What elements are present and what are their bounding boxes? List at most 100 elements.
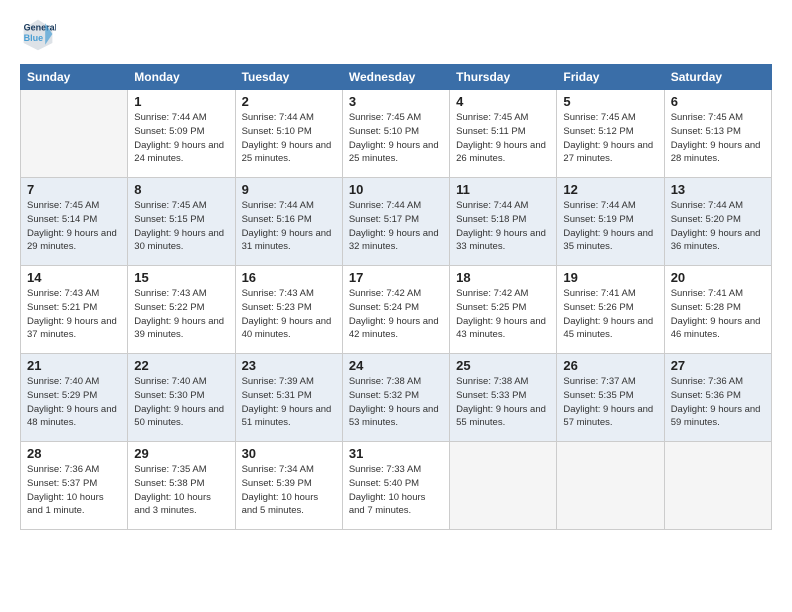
day-number: 7 (27, 182, 121, 197)
day-number: 17 (349, 270, 443, 285)
calendar-cell (21, 90, 128, 178)
day-detail: Sunrise: 7:44 AM Sunset: 5:17 PM Dayligh… (349, 199, 443, 254)
logo: General Blue (20, 16, 62, 52)
day-detail: Sunrise: 7:44 AM Sunset: 5:19 PM Dayligh… (563, 199, 657, 254)
day-detail: Sunrise: 7:40 AM Sunset: 5:30 PM Dayligh… (134, 375, 228, 430)
col-header-saturday: Saturday (664, 65, 771, 90)
week-row-5: 28 Sunrise: 7:36 AM Sunset: 5:37 PM Dayli… (21, 442, 772, 530)
calendar-cell: 22Sunrise: 7:40 AM Sunset: 5:30 PM Dayli… (128, 354, 235, 442)
header: General Blue (20, 16, 772, 52)
calendar-cell: 31 Sunrise: 7:33 AM Sunset: 5:40 PM Dayli… (342, 442, 449, 530)
day-number: 1 (134, 94, 228, 109)
day-number: 23 (242, 358, 336, 373)
col-header-thursday: Thursday (450, 65, 557, 90)
week-row-3: 14Sunrise: 7:43 AM Sunset: 5:21 PM Dayli… (21, 266, 772, 354)
day-detail: Sunrise: 7:41 AM Sunset: 5:26 PM Dayligh… (563, 287, 657, 342)
day-detail: Sunrise: 7:39 AM Sunset: 5:31 PM Dayligh… (242, 375, 336, 430)
day-number: 5 (563, 94, 657, 109)
week-row-1: 1 Sunrise: 7:44 AM Sunset: 5:09 PM Daylig… (21, 90, 772, 178)
day-detail: Sunrise: 7:37 AM Sunset: 5:35 PM Dayligh… (563, 375, 657, 430)
calendar-cell: 6 Sunrise: 7:45 AM Sunset: 5:13 PM Daylig… (664, 90, 771, 178)
day-detail: Sunrise: 7:35 AM Sunset: 5:38 PM Dayligh… (134, 463, 228, 518)
day-detail: Sunrise: 7:33 AM Sunset: 5:40 PM Dayligh… (349, 463, 443, 518)
day-detail: Sunrise: 7:42 AM Sunset: 5:25 PM Dayligh… (456, 287, 550, 342)
day-number: 6 (671, 94, 765, 109)
day-number: 18 (456, 270, 550, 285)
page: General Blue SundayMondayTuesdayWednesda… (0, 0, 792, 612)
day-number: 26 (563, 358, 657, 373)
calendar-cell: 4 Sunrise: 7:45 AM Sunset: 5:11 PM Daylig… (450, 90, 557, 178)
day-detail: Sunrise: 7:42 AM Sunset: 5:24 PM Dayligh… (349, 287, 443, 342)
day-number: 9 (242, 182, 336, 197)
calendar-cell: 5 Sunrise: 7:45 AM Sunset: 5:12 PM Daylig… (557, 90, 664, 178)
day-detail: Sunrise: 7:44 AM Sunset: 5:10 PM Dayligh… (242, 111, 336, 166)
day-detail: Sunrise: 7:45 AM Sunset: 5:13 PM Dayligh… (671, 111, 765, 166)
calendar-cell: 1 Sunrise: 7:44 AM Sunset: 5:09 PM Daylig… (128, 90, 235, 178)
day-detail: Sunrise: 7:34 AM Sunset: 5:39 PM Dayligh… (242, 463, 336, 518)
svg-text:Blue: Blue (24, 33, 44, 43)
day-number: 29 (134, 446, 228, 461)
header-row: SundayMondayTuesdayWednesdayThursdayFrid… (21, 65, 772, 90)
day-number: 28 (27, 446, 121, 461)
day-number: 30 (242, 446, 336, 461)
calendar-cell: 29 Sunrise: 7:35 AM Sunset: 5:38 PM Dayli… (128, 442, 235, 530)
calendar-cell (450, 442, 557, 530)
calendar-cell: 16Sunrise: 7:43 AM Sunset: 5:23 PM Dayli… (235, 266, 342, 354)
calendar-cell (557, 442, 664, 530)
day-number: 13 (671, 182, 765, 197)
day-number: 21 (27, 358, 121, 373)
calendar-cell: 9 Sunrise: 7:44 AM Sunset: 5:16 PM Daylig… (235, 178, 342, 266)
col-header-tuesday: Tuesday (235, 65, 342, 90)
day-number: 25 (456, 358, 550, 373)
calendar-cell: 12 Sunrise: 7:44 AM Sunset: 5:19 PM Dayli… (557, 178, 664, 266)
day-number: 24 (349, 358, 443, 373)
day-number: 2 (242, 94, 336, 109)
col-header-friday: Friday (557, 65, 664, 90)
calendar-cell: 11 Sunrise: 7:44 AM Sunset: 5:18 PM Dayli… (450, 178, 557, 266)
col-header-monday: Monday (128, 65, 235, 90)
day-detail: Sunrise: 7:44 AM Sunset: 5:09 PM Dayligh… (134, 111, 228, 166)
day-number: 11 (456, 182, 550, 197)
calendar-cell (664, 442, 771, 530)
day-number: 3 (349, 94, 443, 109)
calendar-cell: 14Sunrise: 7:43 AM Sunset: 5:21 PM Dayli… (21, 266, 128, 354)
calendar-cell: 2 Sunrise: 7:44 AM Sunset: 5:10 PM Daylig… (235, 90, 342, 178)
calendar-cell: 18 Sunrise: 7:42 AM Sunset: 5:25 PM Dayli… (450, 266, 557, 354)
logo-icon: General Blue (20, 16, 56, 52)
day-detail: Sunrise: 7:36 AM Sunset: 5:37 PM Dayligh… (27, 463, 121, 518)
week-row-2: 7 Sunrise: 7:45 AM Sunset: 5:14 PM Daylig… (21, 178, 772, 266)
day-detail: Sunrise: 7:44 AM Sunset: 5:16 PM Dayligh… (242, 199, 336, 254)
day-number: 4 (456, 94, 550, 109)
col-header-sunday: Sunday (21, 65, 128, 90)
day-number: 20 (671, 270, 765, 285)
day-number: 12 (563, 182, 657, 197)
calendar-cell: 10Sunrise: 7:44 AM Sunset: 5:17 PM Dayli… (342, 178, 449, 266)
day-detail: Sunrise: 7:40 AM Sunset: 5:29 PM Dayligh… (27, 375, 121, 430)
calendar-cell: 3 Sunrise: 7:45 AM Sunset: 5:10 PM Daylig… (342, 90, 449, 178)
day-number: 31 (349, 446, 443, 461)
day-detail: Sunrise: 7:36 AM Sunset: 5:36 PM Dayligh… (671, 375, 765, 430)
calendar-cell: 13 Sunrise: 7:44 AM Sunset: 5:20 PM Dayli… (664, 178, 771, 266)
calendar-cell: 26 Sunrise: 7:37 AM Sunset: 5:35 PM Dayli… (557, 354, 664, 442)
calendar-cell: 21 Sunrise: 7:40 AM Sunset: 5:29 PM Dayli… (21, 354, 128, 442)
day-detail: Sunrise: 7:45 AM Sunset: 5:11 PM Dayligh… (456, 111, 550, 166)
day-detail: Sunrise: 7:38 AM Sunset: 5:32 PM Dayligh… (349, 375, 443, 430)
day-detail: Sunrise: 7:45 AM Sunset: 5:15 PM Dayligh… (134, 199, 228, 254)
day-detail: Sunrise: 7:41 AM Sunset: 5:28 PM Dayligh… (671, 287, 765, 342)
day-detail: Sunrise: 7:43 AM Sunset: 5:22 PM Dayligh… (134, 287, 228, 342)
calendar-cell: 25Sunrise: 7:38 AM Sunset: 5:33 PM Dayli… (450, 354, 557, 442)
day-detail: Sunrise: 7:44 AM Sunset: 5:18 PM Dayligh… (456, 199, 550, 254)
day-number: 8 (134, 182, 228, 197)
day-detail: Sunrise: 7:45 AM Sunset: 5:14 PM Dayligh… (27, 199, 121, 254)
day-detail: Sunrise: 7:45 AM Sunset: 5:10 PM Dayligh… (349, 111, 443, 166)
calendar-cell: 23 Sunrise: 7:39 AM Sunset: 5:31 PM Dayli… (235, 354, 342, 442)
day-detail: Sunrise: 7:45 AM Sunset: 5:12 PM Dayligh… (563, 111, 657, 166)
calendar-cell: 19Sunrise: 7:41 AM Sunset: 5:26 PM Dayli… (557, 266, 664, 354)
week-row-4: 21 Sunrise: 7:40 AM Sunset: 5:29 PM Dayli… (21, 354, 772, 442)
calendar-table: SundayMondayTuesdayWednesdayThursdayFrid… (20, 64, 772, 530)
calendar-cell: 7 Sunrise: 7:45 AM Sunset: 5:14 PM Daylig… (21, 178, 128, 266)
day-number: 27 (671, 358, 765, 373)
day-detail: Sunrise: 7:44 AM Sunset: 5:20 PM Dayligh… (671, 199, 765, 254)
calendar-cell: 30 Sunrise: 7:34 AM Sunset: 5:39 PM Dayli… (235, 442, 342, 530)
day-number: 14 (27, 270, 121, 285)
